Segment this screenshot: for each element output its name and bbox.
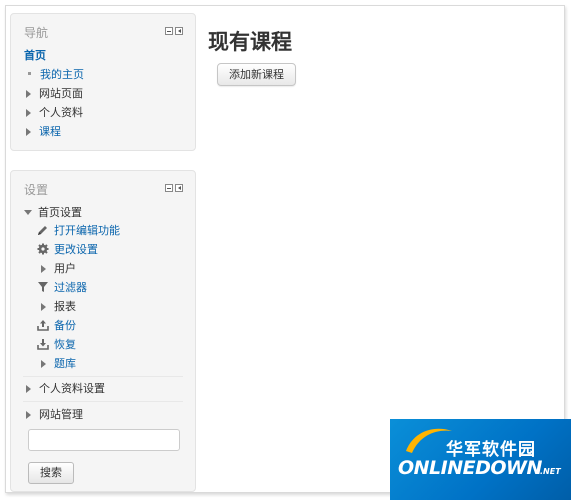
settings-item-site-administration[interactable]: 网站管理 xyxy=(26,408,83,422)
settings-item-front-page-settings[interactable]: 首页设置 xyxy=(24,206,82,220)
settings-item-label: 个人资料设置 xyxy=(39,382,105,395)
settings-item-label: 过滤器 xyxy=(54,281,87,294)
navigation-block: 导航 首页 我的主页 网站页面 个人资料 课程 xyxy=(10,13,196,151)
pencil-icon xyxy=(38,226,47,235)
settings-item-reports[interactable]: 报表 xyxy=(41,300,76,314)
settings-item-backup[interactable]: 备份 xyxy=(37,319,76,333)
dock-icon[interactable] xyxy=(175,27,183,35)
settings-item-label: 报表 xyxy=(54,300,76,313)
settings-item-label: 恢复 xyxy=(54,338,76,351)
settings-item-label: 备份 xyxy=(54,319,76,332)
settings-item-label: 更改设置 xyxy=(54,243,98,256)
expand-arrow-icon xyxy=(41,265,46,273)
upload-icon xyxy=(37,320,49,331)
settings-search-input[interactable] xyxy=(28,429,180,451)
settings-item-label: 打开编辑功能 xyxy=(54,224,120,237)
divider xyxy=(23,401,183,402)
expand-arrow-icon xyxy=(26,109,31,117)
divider xyxy=(23,376,183,377)
nav-item-label: 我的主页 xyxy=(40,68,84,81)
nav-item-label: 个人资料 xyxy=(39,106,83,119)
settings-block: 设置 首页设置 打开编辑功能 更改设置 用户 过滤器 报表 备份 恢复 题库 个… xyxy=(10,170,196,492)
settings-item-users[interactable]: 用户 xyxy=(41,262,76,276)
settings-item-profile-settings[interactable]: 个人资料设置 xyxy=(26,382,105,396)
gear-icon xyxy=(37,243,49,255)
settings-item-label: 网站管理 xyxy=(39,408,83,421)
expand-arrow-icon xyxy=(26,90,31,98)
settings-item-filters[interactable]: 过滤器 xyxy=(37,281,87,295)
nav-item-courses[interactable]: 课程 xyxy=(26,125,61,139)
minimize-icon[interactable] xyxy=(165,184,173,192)
bullet-icon xyxy=(28,72,31,75)
settings-item-edit-settings[interactable]: 更改设置 xyxy=(37,243,98,257)
nav-item-label: 首页 xyxy=(24,49,46,62)
add-new-course-button[interactable]: 添加新课程 xyxy=(217,63,296,86)
settings-item-label: 题库 xyxy=(54,357,76,370)
page-title: 现有课程 xyxy=(208,30,292,54)
watermark-net-text: .NET xyxy=(540,467,561,476)
search-button[interactable]: 搜索 xyxy=(28,462,74,484)
nav-item-profile[interactable]: 个人资料 xyxy=(26,106,83,120)
nav-item-label: 课程 xyxy=(39,125,61,138)
minimize-icon[interactable] xyxy=(165,27,173,35)
expand-arrow-icon xyxy=(41,303,46,311)
settings-item-label: 用户 xyxy=(54,262,76,275)
settings-block-controls xyxy=(165,184,183,192)
expand-arrow-icon xyxy=(26,385,31,393)
collapse-arrow-icon xyxy=(24,210,32,215)
download-icon xyxy=(37,339,49,350)
nav-item-my-home[interactable]: 我的主页 xyxy=(27,68,84,82)
nav-item-home[interactable]: 首页 xyxy=(24,49,46,63)
settings-item-restore[interactable]: 恢复 xyxy=(37,338,76,352)
filter-icon xyxy=(38,282,48,292)
watermark-en-text: ONLINEDOWN xyxy=(398,457,542,479)
navigation-block-controls xyxy=(165,27,183,35)
expand-arrow-icon xyxy=(26,411,31,419)
settings-item-label: 首页设置 xyxy=(38,206,82,219)
expand-arrow-icon xyxy=(41,360,46,368)
settings-block-title: 设置 xyxy=(24,183,49,197)
nav-item-label: 网站页面 xyxy=(39,87,83,100)
settings-item-question-bank[interactable]: 题库 xyxy=(41,357,76,371)
watermark-logo: 华军软件园 ONLINEDOWN .NET xyxy=(390,419,571,500)
navigation-block-title: 导航 xyxy=(24,26,49,40)
dock-icon[interactable] xyxy=(175,184,183,192)
expand-arrow-icon xyxy=(26,128,31,136)
nav-item-site-pages[interactable]: 网站页面 xyxy=(26,87,83,101)
settings-item-turn-editing-on[interactable]: 打开编辑功能 xyxy=(37,224,120,238)
